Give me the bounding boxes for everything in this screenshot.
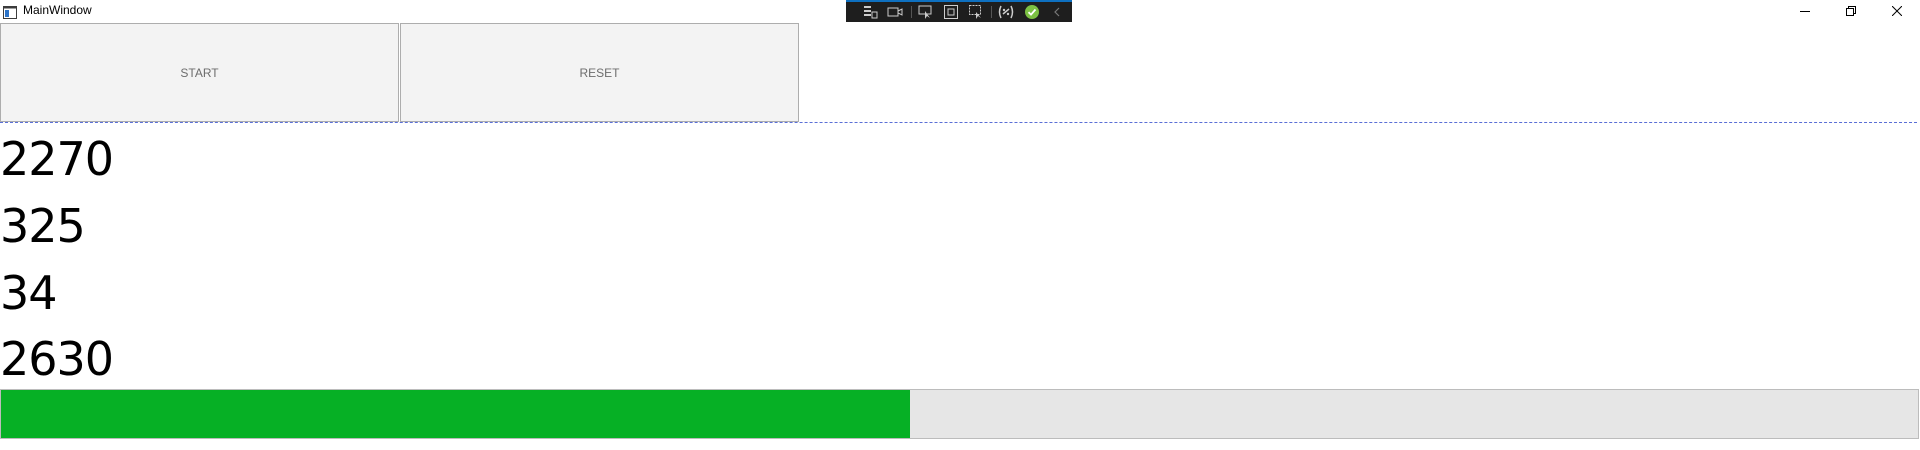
toolbar-separator [991,6,993,18]
close-icon [1892,6,1902,16]
counter-value-2: 325 [0,199,86,253]
counter-value-1: 2270 [0,132,114,186]
restore-icon [1846,6,1856,16]
xaml-debug-toolbar [846,0,1072,22]
progress-bar-fill [1,390,910,438]
reset-button[interactable]: RESET [400,23,799,122]
progress-bar [0,389,1919,439]
window-title: MainWindow [23,3,92,17]
camera-icon[interactable] [885,3,905,21]
close-button[interactable] [1874,0,1920,22]
toolbar-separator [910,6,912,18]
main-window: MainWindow START RESET 2270 325 34 2630 [0,0,1920,450]
restore-button[interactable] [1828,0,1874,22]
title-bar[interactable]: MainWindow [0,0,1920,22]
window-app-icon [3,4,17,19]
select-element-icon[interactable] [915,3,935,21]
counter-value-3: 34 [0,266,58,320]
collapse-chevron-icon[interactable] [1047,3,1067,21]
layout-divider [0,122,1917,123]
live-visual-tree-icon[interactable] [860,3,880,21]
minimize-icon [1800,6,1810,16]
minimize-button[interactable] [1782,0,1828,22]
binding-failures-icon[interactable] [996,3,1016,21]
start-button[interactable]: START [0,23,399,122]
counter-value-4: 2630 [0,332,114,386]
display-layout-adorners-icon[interactable] [941,3,961,21]
track-focus-icon[interactable] [966,3,986,21]
hot-reload-ok-icon[interactable] [1021,3,1041,21]
